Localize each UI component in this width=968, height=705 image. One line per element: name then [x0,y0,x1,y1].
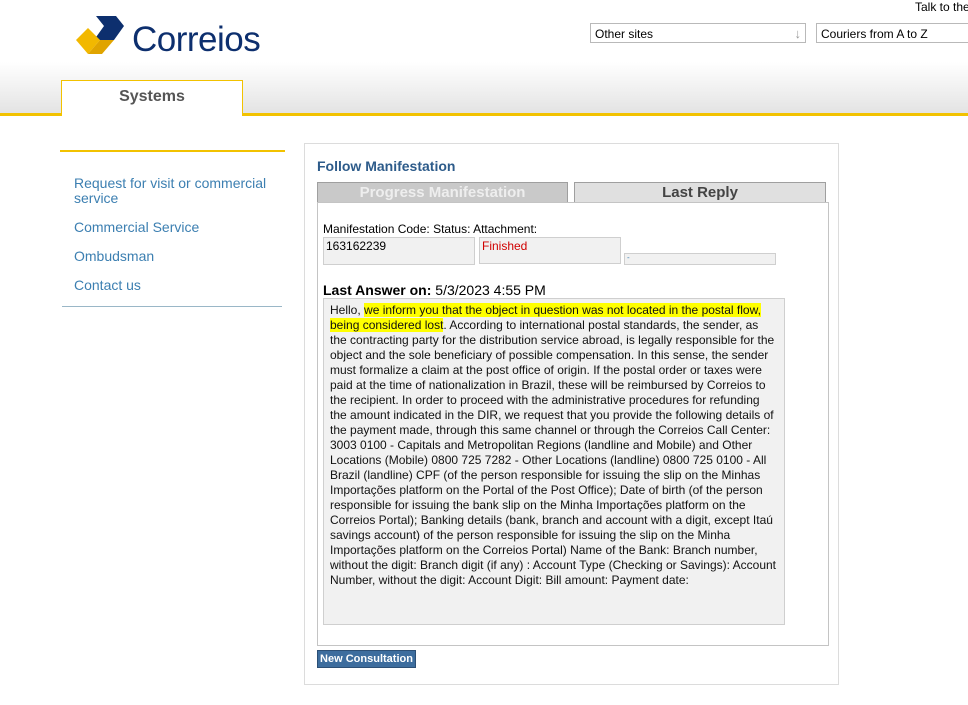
correios-logo-icon [76,16,124,54]
other-sites-select[interactable]: Other sites ↓ [590,23,806,43]
tab-systems[interactable]: Systems [61,80,243,116]
attachment-field[interactable]: - [624,253,776,265]
arrow-down-icon: ↓ [794,26,802,41]
sidebar-item-commercial-service[interactable]: Commercial Service [74,220,199,235]
fields-header-label: Manifestation Code: Status: Attachment: [323,222,538,236]
answer-body: . According to international postal stan… [330,318,777,587]
last-answer-label: Last Answer on: [323,282,432,298]
talk-to-us-link[interactable]: Talk to the [915,0,968,14]
new-consultation-button[interactable]: New Consultation [317,650,416,668]
correios-logo[interactable]: Correios [74,14,284,62]
tab-progress-manifestation[interactable]: Progress Manifestation [317,182,568,203]
sidebar-item-ombudsman[interactable]: Ombudsman [74,249,154,264]
answer-prefix: Hello, [330,303,361,317]
last-answer-heading: Last Answer on: 5/3/2023 4:55 PM [323,282,546,298]
other-sites-value: Other sites [595,27,654,41]
status-field: Finished [479,237,621,264]
sidebar-bottom-divider [62,306,282,307]
sidebar-item-request-visit[interactable]: Request for visit or commercial service [74,176,279,206]
tab-last-reply[interactable]: Last Reply [574,182,826,203]
couriers-value: Couriers from A to Z [821,27,928,41]
logo-text: Correios [132,20,261,59]
answer-text-box: Hello, we inform you that the object in … [323,298,785,625]
sidebar-top-divider [60,150,285,152]
page-title: Follow Manifestation [317,158,456,174]
sidebar-item-contact-us[interactable]: Contact us [74,278,141,293]
couriers-select[interactable]: Couriers from A to Z [816,23,968,43]
last-answer-date: 5/3/2023 4:55 PM [435,282,546,298]
manifestation-code-field: 163162239 [323,237,475,265]
